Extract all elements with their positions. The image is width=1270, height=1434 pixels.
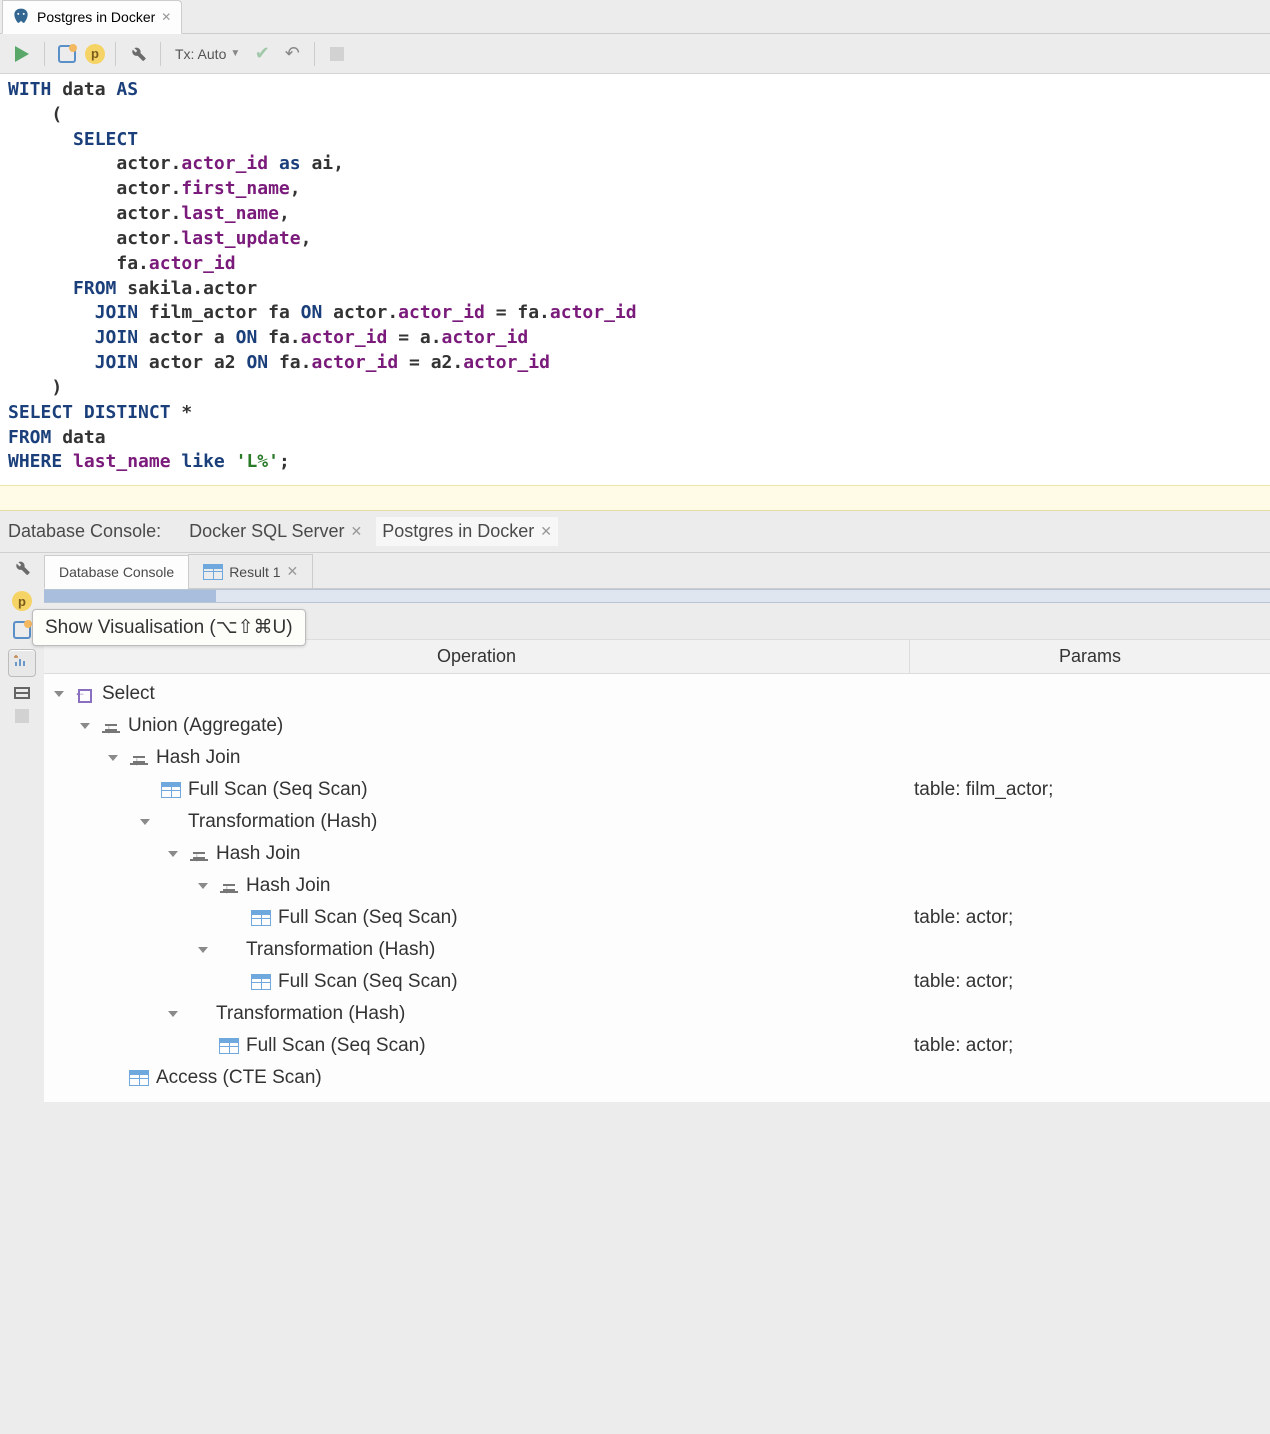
table-icon <box>129 1070 149 1086</box>
commit-button[interactable]: ✔ <box>250 42 274 66</box>
close-icon[interactable]: ✕ <box>161 10 171 24</box>
aggregate-op-icon <box>102 719 120 733</box>
plan-operation-label: Select <box>102 683 155 705</box>
progress-bar <box>44 589 1270 603</box>
stop-button-small[interactable] <box>15 709 29 723</box>
aggregate-op-icon <box>190 847 208 861</box>
chevron-down-icon: ▼ <box>230 48 240 59</box>
plan-row[interactable]: Full Scan (Seq Scan) table: actor; <box>48 902 1270 934</box>
plan-operation-label: Hash Join <box>246 875 331 897</box>
grid-view-button[interactable] <box>14 687 30 699</box>
console-session-tab[interactable]: Postgres in Docker ✕ <box>376 517 558 546</box>
tx-mode-dropdown[interactable]: Tx: Auto ▼ <box>171 44 244 64</box>
session-badge-small[interactable]: p <box>12 591 32 611</box>
plan-row[interactable]: Union (Aggregate) <box>48 710 1270 742</box>
plan-row[interactable]: Transformation (Hash) <box>48 934 1270 966</box>
visualize-button[interactable] <box>8 649 36 677</box>
close-icon[interactable]: ✕ <box>351 523 363 540</box>
expand-toggle-icon[interactable] <box>198 883 208 889</box>
aggregate-op-icon <box>220 879 238 893</box>
console-session-tab[interactable]: Docker SQL Server ✕ <box>183 517 368 546</box>
run-button[interactable] <box>10 42 34 66</box>
close-icon[interactable]: ✕ <box>287 563 299 580</box>
execution-plan: Operation Params SelectUnion (Aggregate)… <box>44 639 1270 1102</box>
plan-row[interactable]: Full Scan (Seq Scan) table: film_actor; <box>48 774 1270 806</box>
plan-params-label: table: actor; <box>910 1035 1270 1057</box>
expand-toggle-icon[interactable] <box>108 755 118 761</box>
separator <box>314 42 315 66</box>
plan-operation-label: Hash Join <box>156 747 241 769</box>
expand-toggle-icon[interactable] <box>198 947 208 953</box>
table-icon <box>251 910 271 926</box>
result-tabs: Database Console Result 1 ✕ <box>44 553 1270 589</box>
plan-operation-label: Full Scan (Seq Scan) <box>188 779 368 801</box>
plan-operation-label: Full Scan (Seq Scan) <box>278 907 458 929</box>
plan-row[interactable]: Hash Join <box>48 838 1270 870</box>
session-badge[interactable]: p <box>85 44 105 64</box>
plan-operation-label: Full Scan (Seq Scan) <box>278 971 458 993</box>
plan-operation-label: Full Scan (Seq Scan) <box>246 1035 426 1057</box>
rollback-button[interactable]: ↶ <box>280 42 304 66</box>
plan-operation-label: Transformation (Hash) <box>216 1003 405 1025</box>
plan-row[interactable]: Access (CTE Scan) <box>48 1062 1270 1094</box>
settings-button[interactable] <box>126 42 150 66</box>
editor-tab-postgres[interactable]: Postgres in Docker ✕ <box>2 0 182 34</box>
console-header: Database Console: Docker SQL Server✕Post… <box>0 511 1270 553</box>
aggregate-op-icon <box>130 751 148 765</box>
plan-operation-label: Access (CTE Scan) <box>156 1067 322 1089</box>
plan-row[interactable]: Full Scan (Seq Scan) table: actor; <box>48 1030 1270 1062</box>
stop-button[interactable] <box>325 42 349 66</box>
tooltip: Show Visualisation (⌥⇧⌘U) <box>32 609 306 646</box>
select-op-icon <box>76 687 94 701</box>
plan-operation-label: Union (Aggregate) <box>128 715 283 737</box>
tool-settings-button[interactable] <box>13 559 31 577</box>
plan-row[interactable]: Transformation (Hash) <box>48 998 1270 1030</box>
separator <box>160 42 161 66</box>
plan-params-label: table: actor; <box>910 971 1270 993</box>
separator <box>115 42 116 66</box>
table-icon <box>251 974 271 990</box>
tx-mode-label: Tx: Auto <box>175 46 226 62</box>
plan-operation-label: Hash Join <box>216 843 301 865</box>
editor-tab-label: Postgres in Docker <box>37 9 155 25</box>
expand-toggle-icon[interactable] <box>54 691 64 697</box>
expand-toggle-icon[interactable] <box>168 851 178 857</box>
history-button-small[interactable] <box>13 621 31 639</box>
plan-row[interactable]: Select <box>48 678 1270 710</box>
expand-toggle-icon[interactable] <box>140 819 150 825</box>
plan-header-params[interactable]: Params <box>910 640 1270 673</box>
warning-banner <box>0 485 1270 511</box>
table-icon <box>203 564 223 580</box>
plan-body: Select Union (Aggregate) Hash Join Full Sca… <box>44 674 1270 1102</box>
result-tab-label: Result 1 <box>229 564 280 580</box>
tooltip-text: Show Visualisation (⌥⇧⌘U) <box>45 617 293 638</box>
plan-row[interactable]: Transformation (Hash) <box>48 806 1270 838</box>
expand-toggle-icon[interactable] <box>80 723 90 729</box>
history-button[interactable] <box>55 42 79 66</box>
plan-row[interactable]: Hash Join <box>48 870 1270 902</box>
result-tab[interactable]: Result 1 ✕ <box>188 554 313 589</box>
close-icon[interactable]: ✕ <box>540 523 552 540</box>
result-tab[interactable]: Database Console <box>44 555 189 589</box>
separator <box>44 42 45 66</box>
console-header-label: Database Console: <box>8 521 161 542</box>
table-icon <box>219 1038 239 1054</box>
result-tab-label: Database Console <box>59 564 174 580</box>
editor-tabbar: Postgres in Docker ✕ <box>0 0 1270 34</box>
plan-operation-label: Transformation (Hash) <box>246 939 435 961</box>
plan-operation-label: Transformation (Hash) <box>188 811 377 833</box>
plan-params-label: table: actor; <box>910 907 1270 929</box>
tool-window: p Database ConsoleResult 1✕ Operation Pa… <box>0 553 1270 1102</box>
plan-params-label: table: film_actor; <box>910 779 1270 801</box>
table-icon <box>161 782 181 798</box>
plan-row[interactable]: Hash Join <box>48 742 1270 774</box>
console-session-label: Docker SQL Server <box>189 521 344 542</box>
sql-editor[interactable]: WITH data AS ( SELECT actor.actor_id as … <box>0 74 1270 485</box>
plan-row[interactable]: Full Scan (Seq Scan) table: actor; <box>48 966 1270 998</box>
console-session-label: Postgres in Docker <box>382 521 534 542</box>
toolbar: p Tx: Auto ▼ ✔ ↶ <box>0 34 1270 74</box>
postgres-icon <box>11 7 31 27</box>
expand-toggle-icon[interactable] <box>168 1011 178 1017</box>
